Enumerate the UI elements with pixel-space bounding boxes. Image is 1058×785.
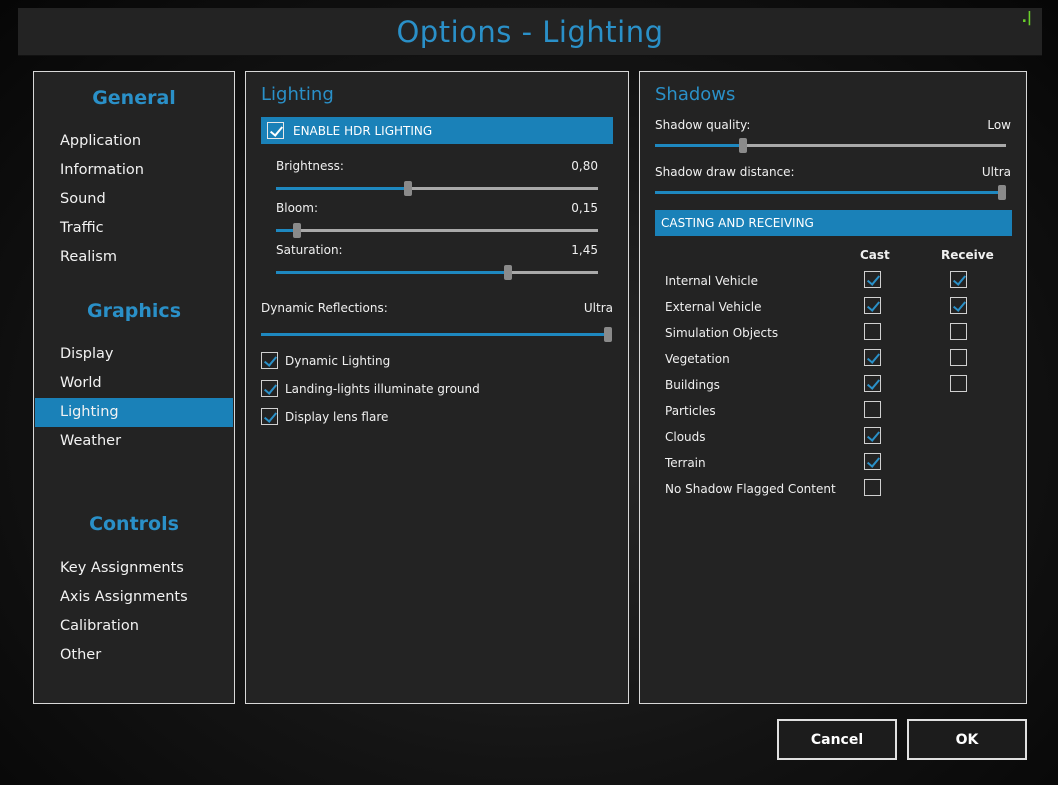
nav-heading-graphics: Graphics [87, 300, 181, 322]
cancel-button[interactable]: Cancel [777, 719, 897, 760]
bloom-slider[interactable] [276, 223, 598, 238]
buildings-cast-checkbox[interactable] [864, 375, 881, 392]
slider-thumb[interactable] [604, 327, 612, 342]
nav-item-axis-assignments[interactable]: Axis Assignments [35, 583, 233, 612]
nav-item-realism[interactable]: Realism [35, 243, 233, 272]
slider-thumb[interactable] [738, 138, 747, 153]
shadow-row-external-vehicle: External Vehicle [665, 300, 762, 314]
simulation-objects-receive-checkbox[interactable] [950, 323, 967, 340]
nav-heading-general: General [92, 87, 176, 109]
shadow-row-internal-vehicle: Internal Vehicle [665, 274, 758, 288]
shadow-distance-value: Ultra [981, 165, 1011, 179]
slider-track [276, 229, 598, 232]
hdr-lighting-toggle[interactable]: ENABLE HDR LIGHTING [261, 117, 613, 144]
display-lens-flare-checkbox[interactable] [261, 408, 278, 425]
dynamic-lighting-checkbox[interactable] [261, 352, 278, 369]
nav-item-world[interactable]: World [35, 369, 233, 398]
shadow-row-buildings: Buildings [665, 378, 720, 392]
slider-fill [276, 187, 409, 190]
simulation-objects-cast-checkbox[interactable] [864, 323, 881, 340]
hdr-label: ENABLE HDR LIGHTING [293, 123, 433, 138]
shadow-distance-label: Shadow draw distance: [655, 165, 795, 179]
vegetation-receive-checkbox[interactable] [950, 349, 967, 366]
slider-fill [655, 144, 743, 147]
reflections-value: Ultra [583, 301, 613, 315]
nav-item-sound[interactable]: Sound [35, 185, 233, 214]
slider-thumb[interactable] [292, 223, 301, 238]
clouds-cast-checkbox[interactable] [864, 427, 881, 444]
brightness-label: Brightness: [276, 159, 344, 173]
landing-lights-illuminate-ground-label: Landing-lights illuminate ground [285, 382, 480, 396]
lighting-panel: Lighting ENABLE HDR LIGHTING Brightness:… [245, 71, 629, 704]
brightness-value: 0,80 [571, 159, 598, 173]
saturation-label: Saturation: [276, 243, 343, 257]
slider-thumb[interactable] [404, 181, 413, 196]
shadow-distance-slider[interactable] [655, 185, 1006, 200]
internal-vehicle-receive-checkbox[interactable] [950, 271, 967, 288]
saturation-value: 1,45 [571, 243, 598, 257]
landing-lights-illuminate-ground-checkbox[interactable] [261, 380, 278, 397]
bloom-value: 0,15 [571, 201, 598, 215]
nav-item-information[interactable]: Information [35, 156, 233, 185]
nav-item-traffic[interactable]: Traffic [35, 214, 233, 243]
reflections-slider[interactable] [261, 327, 612, 342]
slider-fill [261, 333, 612, 336]
terrain-cast-checkbox[interactable] [864, 453, 881, 470]
title-bar: Options - Lighting .| [18, 8, 1042, 56]
nav-heading-controls: Controls [89, 513, 179, 535]
buildings-receive-checkbox[interactable] [950, 375, 967, 392]
nav-panel: General Application Information Sound Traff… [33, 71, 235, 704]
options-window: Options - Lighting .| General Applicatio… [0, 0, 1058, 785]
shadows-panel: Shadows Shadow quality: Low Shadow draw … [639, 71, 1027, 704]
display-lens-flare-label: Display lens flare [285, 410, 389, 424]
cast-column-header: Cast [860, 248, 890, 262]
nav-item-other[interactable]: Other [35, 641, 233, 670]
external-vehicle-receive-checkbox[interactable] [950, 297, 967, 314]
shadow-quality-slider[interactable] [655, 138, 1006, 153]
shadow-row-simulation-objects: Simulation Objects [665, 326, 779, 340]
no-shadow-flagged-content-cast-checkbox[interactable] [864, 479, 881, 496]
nav-item-lighting[interactable]: Lighting [35, 398, 233, 427]
vegetation-cast-checkbox[interactable] [864, 349, 881, 366]
brightness-slider[interactable] [276, 181, 598, 196]
nav-item-key-assignments[interactable]: Key Assignments [35, 554, 233, 583]
shadows-section-title: Shadows [655, 84, 736, 105]
saturation-slider[interactable] [276, 265, 598, 280]
receive-column-header: Receive [941, 248, 994, 262]
shadow-row-terrain: Terrain [665, 456, 706, 470]
slider-thumb[interactable] [503, 265, 512, 280]
lighting-section-title: Lighting [261, 84, 334, 105]
shadow-quality-value: Low [987, 118, 1011, 132]
dynamic-lighting-label: Dynamic Lighting [285, 354, 391, 368]
reflections-label: Dynamic Reflections: [261, 301, 388, 315]
corner-mark: .| [1021, 10, 1032, 26]
shadow-row-particles: Particles [665, 404, 716, 418]
hdr-checkbox[interactable] [267, 122, 284, 139]
window-title: Options - Lighting [396, 14, 664, 49]
internal-vehicle-cast-checkbox[interactable] [864, 271, 881, 288]
shadow-row-clouds: Clouds [665, 430, 706, 444]
external-vehicle-cast-checkbox[interactable] [864, 297, 881, 314]
slider-thumb[interactable] [998, 185, 1006, 200]
nav-item-calibration[interactable]: Calibration [35, 612, 233, 641]
ok-button[interactable]: OK [907, 719, 1027, 760]
shadow-row-vegetation: Vegetation [665, 352, 730, 366]
particles-cast-checkbox[interactable] [864, 401, 881, 418]
slider-fill [655, 191, 1006, 194]
bloom-label: Bloom: [276, 201, 318, 215]
nav-item-display[interactable]: Display [35, 340, 233, 369]
nav-item-weather[interactable]: Weather [35, 427, 233, 456]
shadow-row-no-shadow-flagged-content: No Shadow Flagged Content [665, 482, 836, 496]
slider-fill [276, 271, 508, 274]
casting-receiving-header: CASTING AND RECEIVING [655, 210, 1012, 236]
nav-item-application[interactable]: Application [35, 127, 233, 156]
shadow-quality-label: Shadow quality: [655, 118, 751, 132]
